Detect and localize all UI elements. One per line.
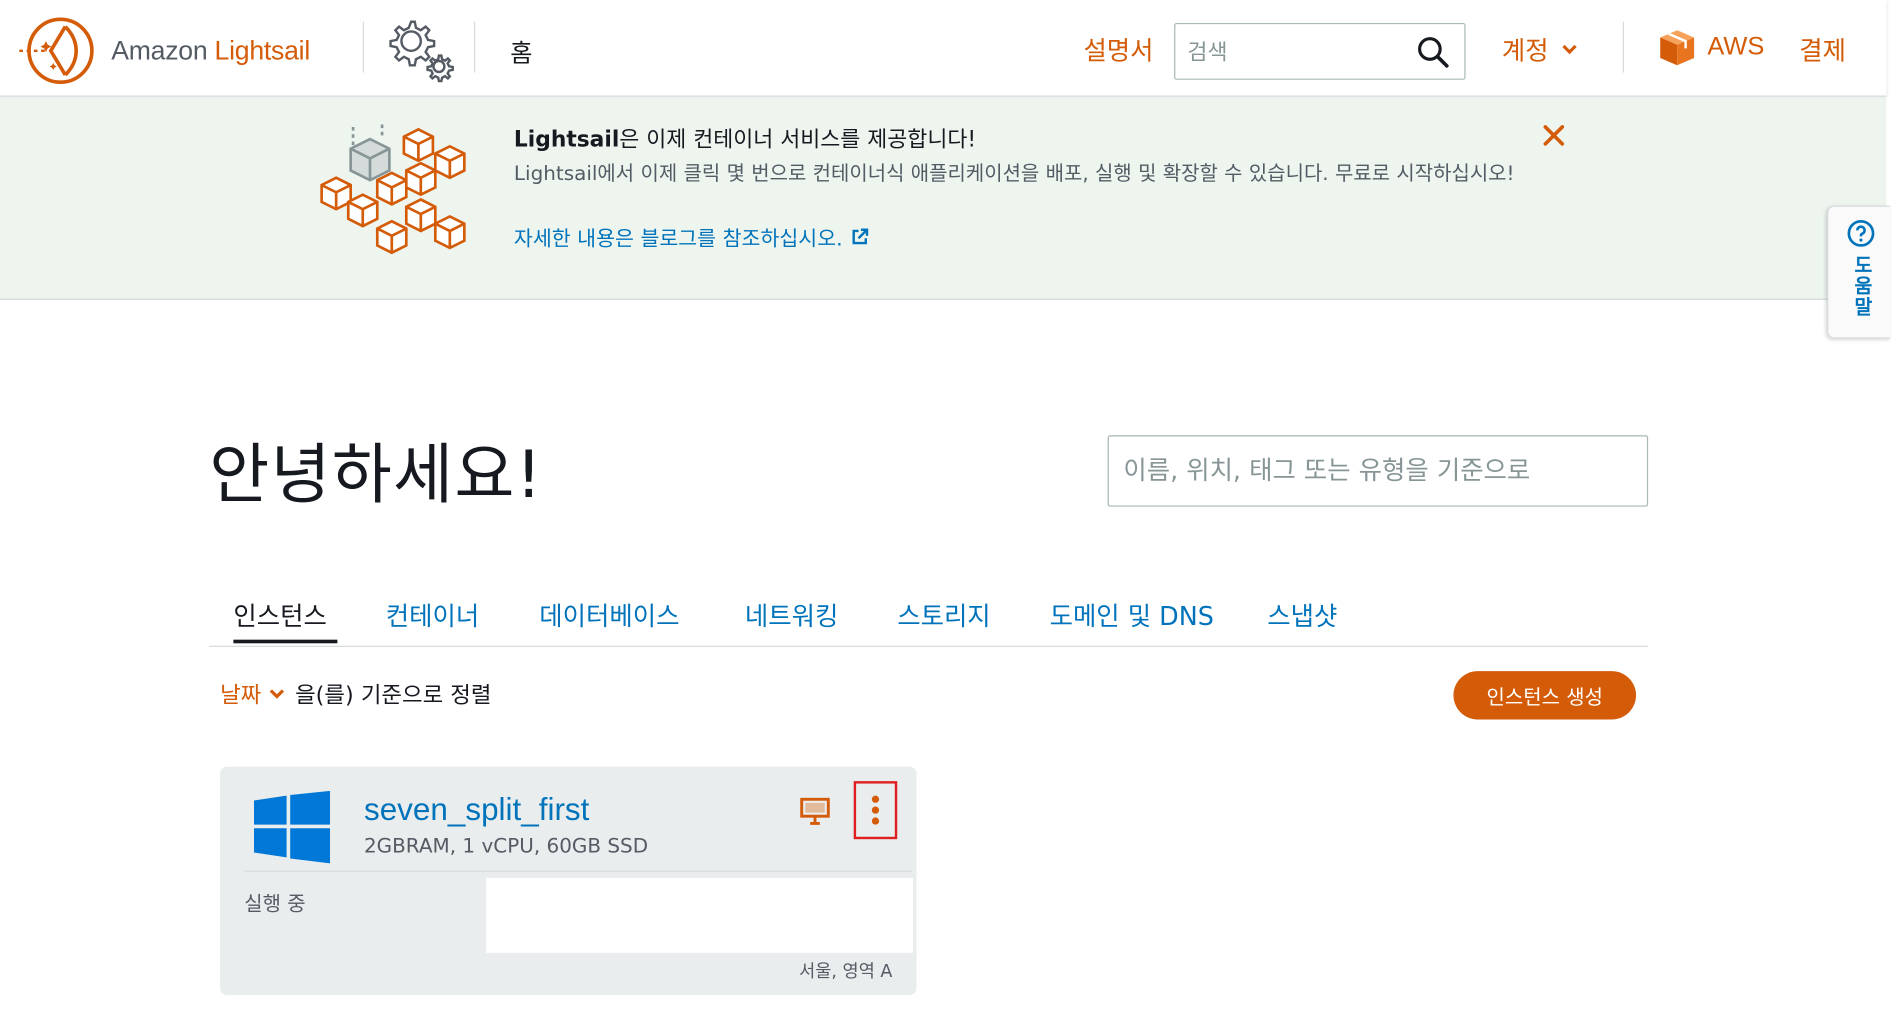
help-panel-tab[interactable]: 도움말 xyxy=(1827,205,1890,339)
logo-brand: Lightsail xyxy=(214,35,311,66)
sort-suffix: 을(를) 기준으로 정렬 xyxy=(295,683,492,709)
top-nav: Amazon Lightsail 홈 설명서 계정 xyxy=(0,0,1887,97)
windows-logo-icon xyxy=(253,790,331,864)
tab-snapshots[interactable]: 스냅샷 xyxy=(1267,597,1337,633)
banner-blog-link[interactable]: 자세한 내용은 블로그를 참조하십시오. xyxy=(513,221,869,252)
resource-filter-input[interactable] xyxy=(1123,453,1632,488)
announcement-banner: Lightsail은 이제 컨테이너 서비스를 제공합니다! Lightsail… xyxy=(0,97,1887,300)
banner-title-text: 은 이제 컨테이너 서비스를 제공합니다! xyxy=(619,126,977,153)
tab-domains-dns[interactable]: 도메인 및 DNS xyxy=(1050,597,1214,633)
billing-link[interactable]: 결제 xyxy=(1799,31,1846,67)
instance-actions-menu-button[interactable] xyxy=(853,781,898,840)
instance-card: seven_split_first 2GBRAM, 1 vCPU, 60GB S… xyxy=(220,766,917,996)
sort-control: 날짜 을(를) 기준으로 정렬 xyxy=(220,678,491,709)
lightsail-logo[interactable]: Amazon Lightsail xyxy=(17,15,310,88)
instance-spec: 2GBRAM, 1 vCPU, 60GB SSD xyxy=(363,834,649,858)
tab-networking[interactable]: 네트워킹 xyxy=(745,597,838,633)
page-title: 안녕하세요! xyxy=(209,436,544,513)
header-search xyxy=(1174,22,1466,80)
containers-illustration xyxy=(320,124,466,255)
account-menu[interactable]: 계정 xyxy=(1502,31,1578,67)
banner-body: Lightsail에서 이제 클릭 몇 번으로 컨테이너식 애플리케이션을 배포… xyxy=(513,162,1515,186)
header-divider xyxy=(362,21,364,73)
tab-containers[interactable]: 컨테이너 xyxy=(386,597,479,633)
chevron-down-icon xyxy=(1561,44,1577,55)
help-question-icon xyxy=(1847,219,1875,247)
help-tab-label: 도움말 xyxy=(1850,255,1874,317)
banner-title: Lightsail은 이제 컨테이너 서비스를 제공합니다! xyxy=(514,122,976,153)
kebab-menu-icon xyxy=(871,795,880,825)
chevron-down-icon[interactable] xyxy=(268,688,285,700)
monitor-icon[interactable] xyxy=(799,797,830,826)
resource-filter xyxy=(1107,435,1649,507)
external-link-icon xyxy=(852,227,869,244)
instance-name-link[interactable]: seven_split_first xyxy=(364,791,589,828)
tab-databases[interactable]: 데이터베이스 xyxy=(539,597,679,633)
account-label: 계정 xyxy=(1501,36,1549,66)
aws-label: AWS xyxy=(1707,32,1765,61)
aws-cube-icon xyxy=(1660,30,1695,66)
banner-title-brand: Lightsail xyxy=(513,126,620,153)
docs-link[interactable]: 설명서 xyxy=(1083,31,1153,67)
close-icon[interactable] xyxy=(1541,122,1568,149)
logo-text: Amazon Lightsail xyxy=(111,35,310,66)
card-divider xyxy=(244,870,912,872)
tab-storage[interactable]: 스토리지 xyxy=(897,597,990,633)
search-icon[interactable] xyxy=(1416,35,1450,69)
home-link[interactable]: 홈 xyxy=(510,34,532,69)
header-search-input[interactable] xyxy=(1187,36,1406,68)
instance-metrics-area xyxy=(486,877,913,953)
sort-key-dropdown[interactable]: 날짜 xyxy=(220,678,261,709)
logo-prefix: Amazon xyxy=(111,35,208,66)
instance-status: 실행 중 xyxy=(244,892,306,916)
aws-console-link[interactable]: AWS xyxy=(1657,27,1765,68)
header-divider xyxy=(1622,21,1624,73)
settings-gear-icon[interactable] xyxy=(382,15,457,83)
header-divider xyxy=(474,21,476,73)
lightsail-logo-icon xyxy=(19,17,94,85)
resource-tabs: 인스턴스 컨테이너 데이터베이스 네트워킹 스토리지 도메인 및 DNS 스냅샷 xyxy=(209,590,1649,647)
create-instance-button[interactable]: 인스턴스 생성 xyxy=(1453,671,1637,720)
instance-region: 서울, 영역 A xyxy=(799,962,893,982)
active-tab-indicator xyxy=(233,639,338,644)
banner-link-label: 자세한 내용은 블로그를 참조하십시오. xyxy=(513,227,843,252)
page: Amazon Lightsail 홈 설명서 계정 xyxy=(0,0,1896,1024)
tab-instances[interactable]: 인스턴스 xyxy=(233,597,326,633)
